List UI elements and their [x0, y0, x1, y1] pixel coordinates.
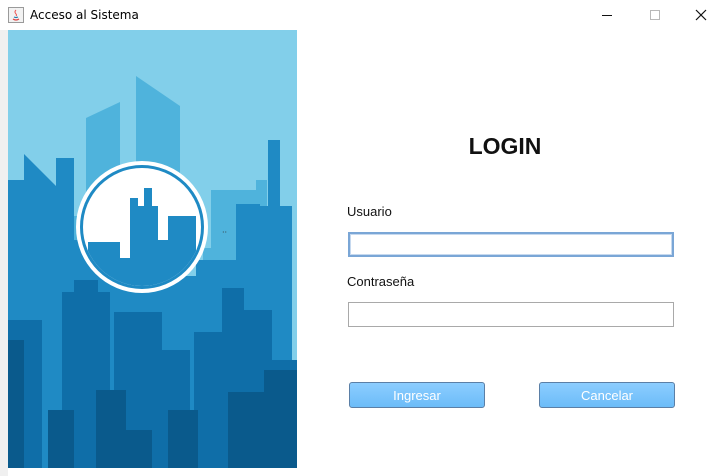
minimize-icon: [602, 15, 612, 16]
window-border: [0, 30, 8, 476]
password-input[interactable]: [348, 302, 674, 327]
login-heading: LOGIN: [468, 133, 542, 159]
maximize-icon: [650, 10, 660, 20]
minimize-button[interactable]: [584, 0, 630, 30]
password-label: Contraseña: [347, 274, 415, 289]
city-illustration: [8, 30, 297, 468]
username-label: Usuario: [347, 204, 392, 219]
decorative-dots: ··: [222, 228, 228, 237]
cancel-button[interactable]: Cancelar: [539, 382, 675, 408]
window-title: Acceso al Sistema: [30, 8, 139, 22]
java-app-icon: [8, 7, 24, 23]
close-icon: [695, 9, 707, 21]
submit-button[interactable]: Ingresar: [349, 382, 485, 408]
username-input[interactable]: [348, 232, 674, 257]
close-button[interactable]: [678, 0, 722, 30]
maximize-button[interactable]: [632, 0, 678, 30]
title-bar: Acceso al Sistema: [0, 0, 722, 30]
